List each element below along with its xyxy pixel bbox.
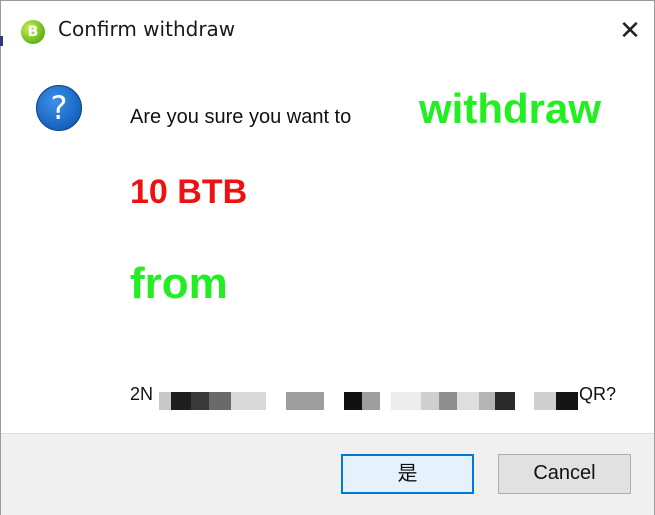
address-start: 2N	[130, 384, 154, 404]
button-bar: 是 Cancel	[1, 433, 654, 515]
window-edge-accent	[0, 36, 3, 46]
yes-button[interactable]: 是	[341, 454, 474, 494]
question-icon: ?	[36, 85, 82, 131]
message-amount: 10 BTB	[130, 173, 248, 211]
confirm-dialog: B Confirm withdraw ✕ ? Are you sure you …	[0, 0, 655, 515]
close-icon[interactable]: ✕	[606, 11, 654, 51]
message-action: withdraw	[419, 85, 602, 132]
bitcoin-app-icon: B	[21, 20, 45, 44]
cancel-button[interactable]: Cancel	[498, 454, 631, 494]
title-bar: B Confirm withdraw ✕	[1, 1, 654, 61]
message-from: from	[130, 259, 228, 308]
address-end: QR?	[579, 384, 617, 404]
window-title: Confirm withdraw	[58, 17, 236, 41]
message-prefix: Are you sure you want to	[130, 106, 352, 128]
